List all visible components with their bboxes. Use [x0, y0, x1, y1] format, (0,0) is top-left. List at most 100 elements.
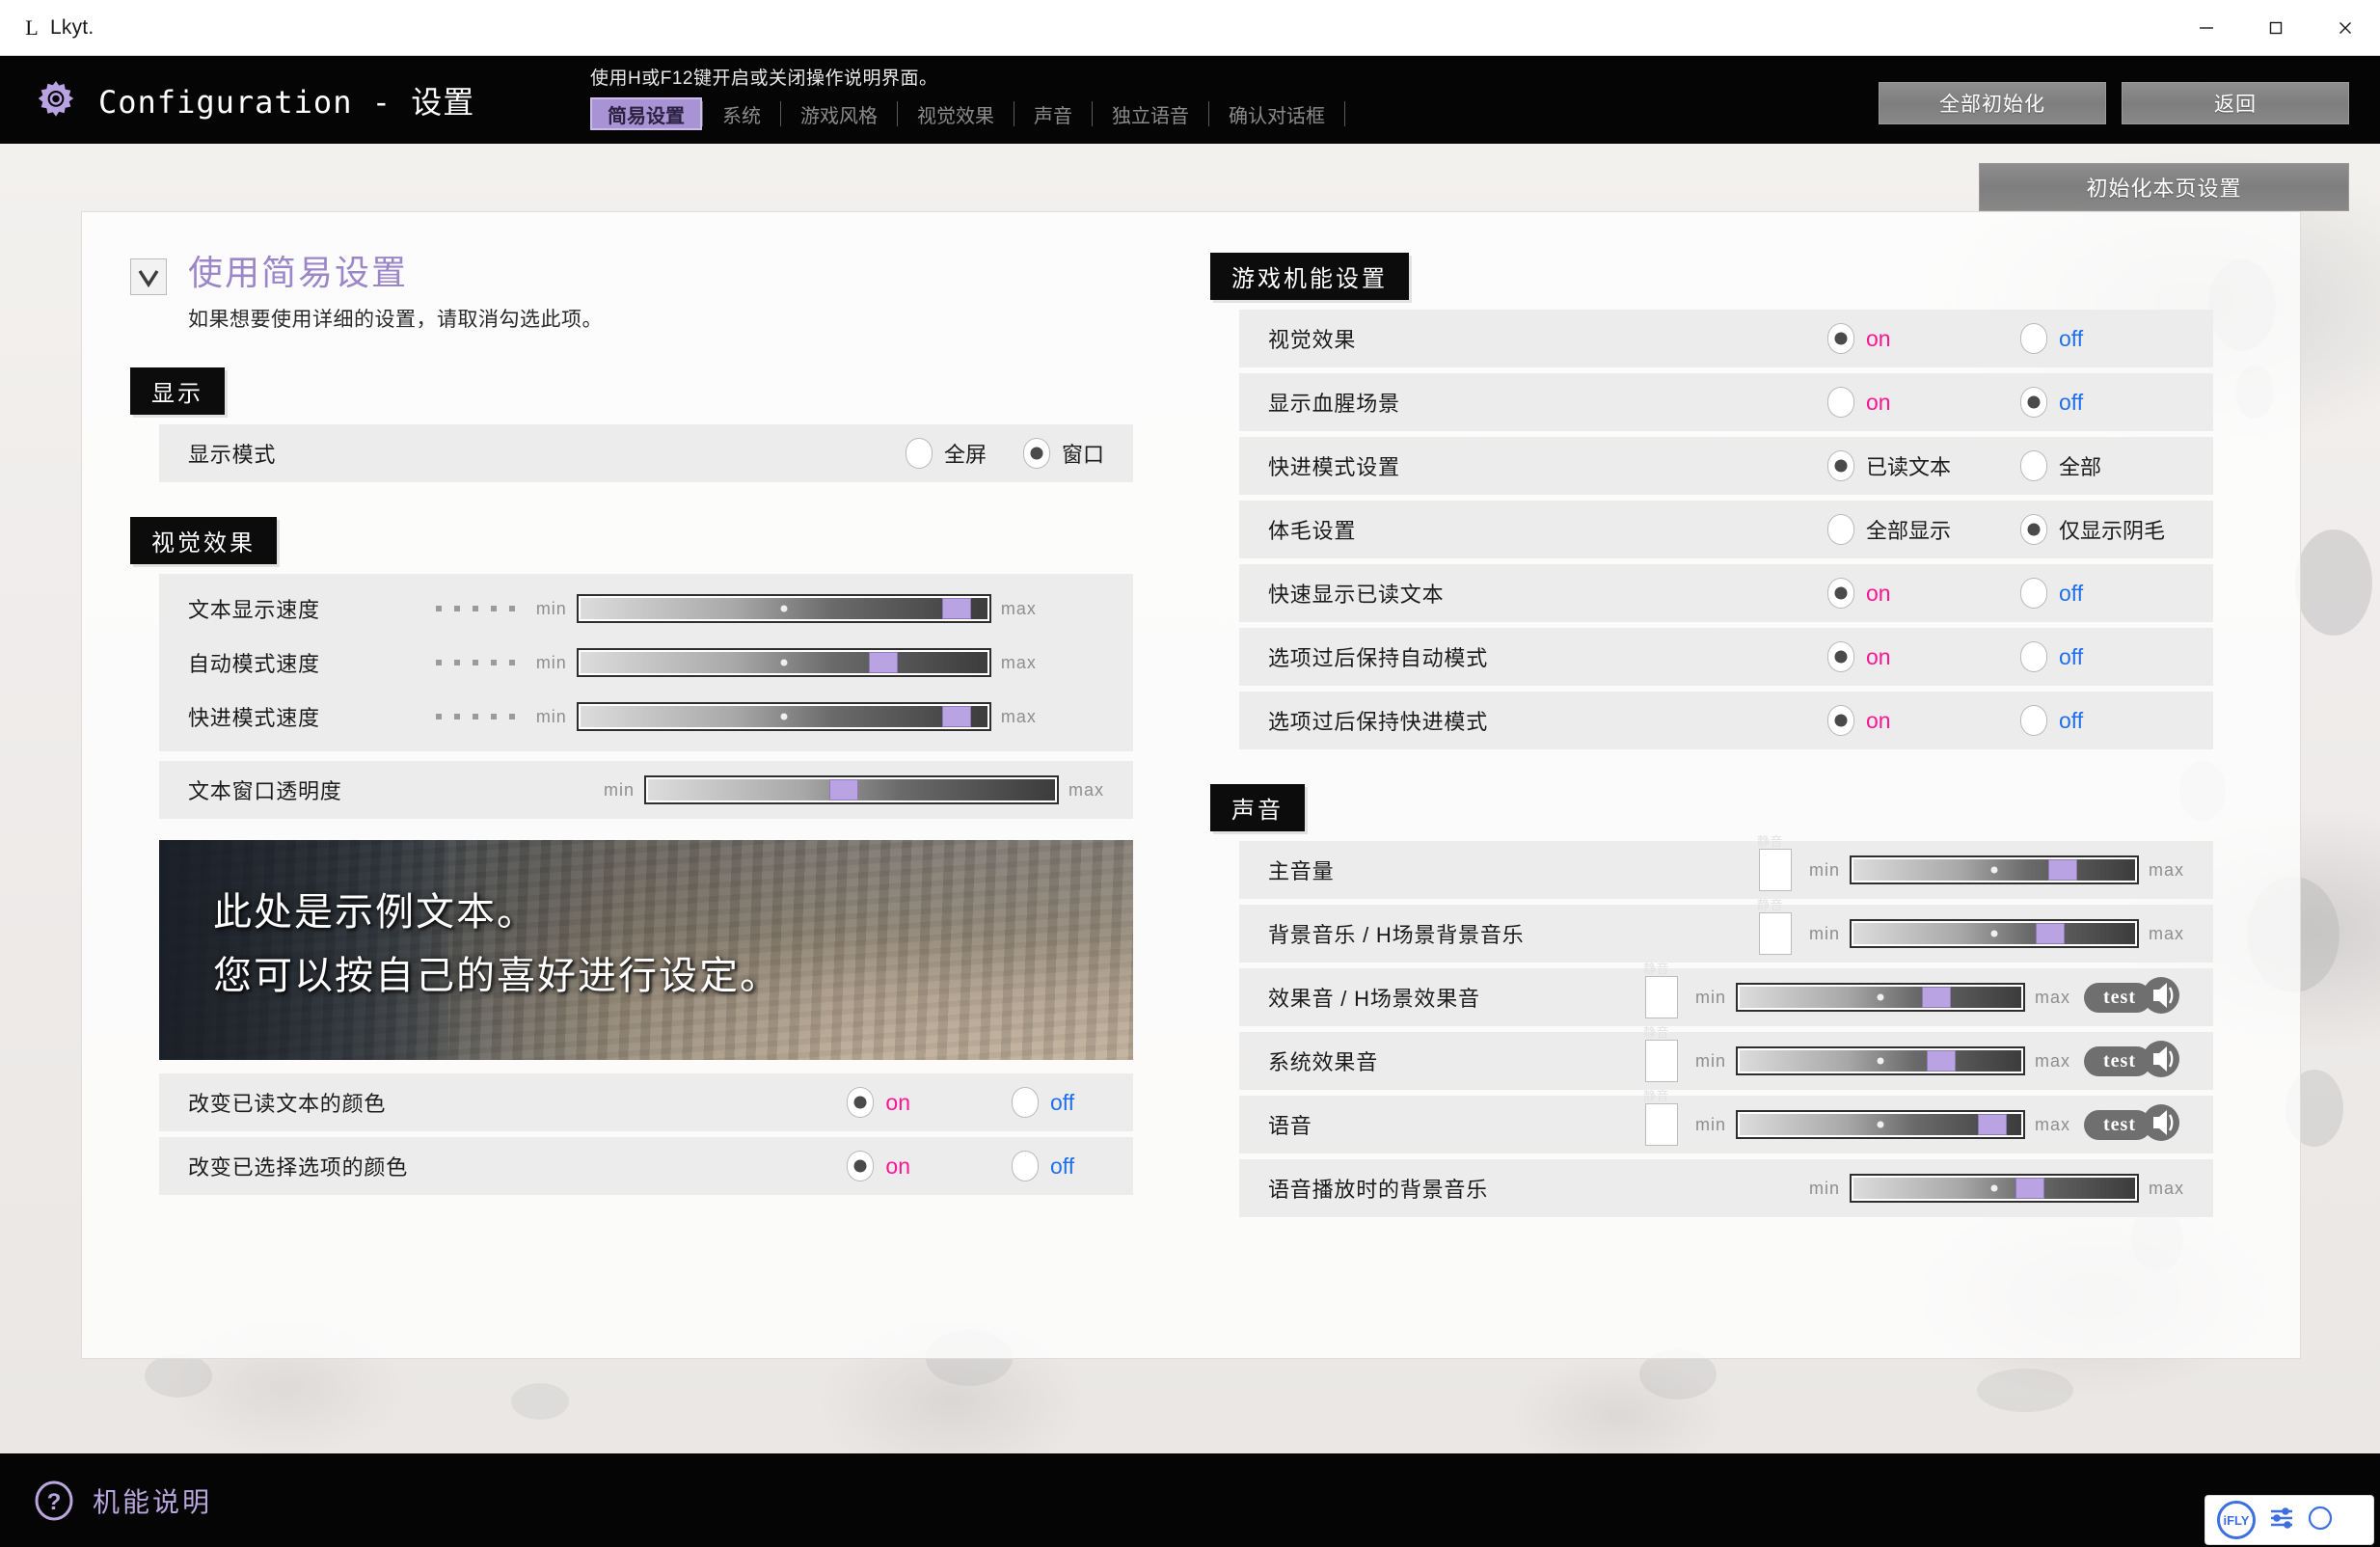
mute-checkbox[interactable]	[1758, 912, 1792, 955]
ink-splat	[2295, 529, 2372, 636]
slider-thumb[interactable]	[1922, 987, 1952, 1008]
settings-sliders-icon[interactable]	[2269, 1506, 2294, 1535]
slider-thumb[interactable]	[829, 779, 859, 801]
bgm-during-voice-slider[interactable]	[1849, 1174, 2139, 1203]
radio-option-b[interactable]: off	[2020, 641, 2184, 672]
radio-circle[interactable]	[2020, 641, 2047, 672]
row-label: 语音	[1268, 1114, 1312, 1138]
radio-circle[interactable]	[2020, 387, 2047, 418]
radio-circle[interactable]	[1012, 1151, 1039, 1182]
test-se-button[interactable]: test	[2084, 974, 2184, 1021]
reset-page-button[interactable]: 初始化本页设置	[1979, 163, 2349, 211]
tab-sound[interactable]: 声音	[1014, 97, 1092, 130]
radio-circle[interactable]	[1827, 387, 1854, 418]
tab-system[interactable]: 系统	[703, 97, 780, 130]
radio-option-a[interactable]: 全部显示	[1827, 514, 2020, 545]
radio-option-on[interactable]: on	[847, 1151, 910, 1182]
minimize-icon[interactable]	[2172, 0, 2241, 55]
tab-game-style[interactable]: 游戏风格	[781, 97, 897, 130]
radio-circle[interactable]	[2020, 514, 2047, 545]
slider-thumb[interactable]	[2036, 923, 2066, 944]
radio-circle[interactable]	[2020, 323, 2047, 354]
test-system-se-button[interactable]: test	[2084, 1038, 2184, 1085]
slider-center-marker	[1990, 1184, 1998, 1192]
radio-label: 全屏	[943, 443, 987, 468]
radio-option-a[interactable]: on	[1827, 323, 2020, 354]
slider-thumb[interactable]	[941, 598, 971, 620]
maximize-icon[interactable]	[2241, 0, 2311, 55]
tab-easy-settings[interactable]: 简易设置	[590, 97, 702, 130]
radio-circle[interactable]	[1827, 641, 1854, 672]
radio-option-off[interactable]: off	[1012, 1151, 1104, 1182]
radio-option-a[interactable]: on	[1827, 387, 2020, 418]
header-actions: 全部初始化 返回	[1879, 82, 2349, 124]
mute-checkbox[interactable]	[1758, 849, 1792, 891]
se-volume-slider[interactable]	[1736, 983, 2025, 1012]
radio-circle[interactable]	[1022, 438, 1050, 470]
close-icon[interactable]	[2311, 0, 2380, 55]
radio-circle[interactable]	[847, 1151, 875, 1182]
radio-option-b[interactable]: off	[2020, 323, 2184, 354]
bgm-volume-slider[interactable]	[1849, 919, 2139, 948]
radio-circle[interactable]	[1827, 578, 1854, 609]
tab-visual-effects[interactable]: 视觉效果	[898, 97, 1014, 130]
radio-label: 已读文本	[1866, 455, 1952, 479]
radio-circle[interactable]	[1827, 323, 1854, 354]
slider-thumb[interactable]	[2015, 1178, 2044, 1199]
radio-circle[interactable]	[847, 1087, 875, 1119]
slider-max-label: max	[1000, 706, 1037, 726]
voice-volume-slider[interactable]	[1736, 1110, 2025, 1139]
tab-standalone-voice[interactable]: 独立语音	[1093, 97, 1208, 130]
back-button[interactable]: 返回	[2122, 82, 2349, 124]
text-speed-slider[interactable]	[576, 594, 991, 624]
mute-checkbox[interactable]	[1644, 1040, 1678, 1082]
radio-circle[interactable]	[2020, 578, 2047, 609]
preview-line-2: 您可以按自己的喜好进行设定。	[213, 955, 780, 998]
radio-option-b[interactable]: off	[2020, 705, 2184, 736]
radio-circle[interactable]	[2020, 450, 2047, 481]
auto-speed-slider[interactable]	[576, 648, 991, 678]
radio-option-fullscreen[interactable]: 全屏	[905, 438, 987, 470]
ime-toolbar[interactable]: iFLY	[2204, 1495, 2374, 1545]
radio-option-b[interactable]: 全部	[2020, 450, 2184, 481]
chinese-mode-icon[interactable]	[2308, 1506, 2333, 1535]
sound-section-header: 声音	[1210, 784, 2242, 831]
radio-option-window[interactable]: 窗口	[1022, 438, 1104, 470]
test-voice-button[interactable]: test	[2084, 1101, 2184, 1149]
radio-circle[interactable]	[1827, 705, 1854, 736]
mute-checkbox[interactable]	[1644, 1103, 1678, 1146]
slider-thumb[interactable]	[1978, 1114, 2008, 1135]
radio-circle[interactable]	[1827, 514, 1854, 545]
text-window-opacity-slider[interactable]	[643, 775, 1059, 805]
ifly-logo-icon[interactable]: iFLY	[2217, 1501, 2256, 1539]
app-footer: ? 机能说明 iFLY	[0, 1453, 2380, 1547]
game-row-skip-mode: 快进模式设置 已读文本 全部	[1239, 437, 2213, 495]
radio-option-b[interactable]: off	[2020, 578, 2184, 609]
radio-option-b[interactable]: 仅显示阴毛	[2020, 514, 2184, 545]
mute-checkbox[interactable]	[1644, 976, 1678, 1018]
skip-speed-slider[interactable]	[576, 702, 991, 732]
slider-thumb[interactable]	[2047, 859, 2077, 881]
radio-circle[interactable]	[1012, 1087, 1039, 1119]
radio-option-off[interactable]: off	[1012, 1087, 1104, 1119]
radio-circle[interactable]	[905, 438, 933, 470]
radio-option-a[interactable]: 已读文本	[1827, 450, 2020, 481]
radio-option-a[interactable]: on	[1827, 578, 2020, 609]
radio-option-a[interactable]: on	[1827, 705, 2020, 736]
radio-option-b[interactable]: off	[2020, 387, 2184, 418]
slider-thumb[interactable]	[869, 652, 899, 674]
system-se-volume-slider[interactable]	[1736, 1046, 2025, 1075]
help-button[interactable]: ? 机能说明	[33, 1479, 212, 1522]
radio-option-a[interactable]: on	[1827, 641, 2020, 672]
row-label: 快进模式设置	[1268, 455, 1400, 479]
radio-option-on[interactable]: on	[847, 1087, 910, 1119]
easy-mode-checkbox[interactable]	[130, 258, 167, 295]
master-volume-slider[interactable]	[1849, 855, 2139, 884]
radio-circle[interactable]	[2020, 705, 2047, 736]
radio-circle[interactable]	[1827, 450, 1854, 481]
slider-thumb[interactable]	[1927, 1050, 1957, 1072]
reset-all-button[interactable]: 全部初始化	[1879, 82, 2106, 124]
tab-confirm-dialog[interactable]: 确认对话框	[1209, 97, 1344, 130]
row-label: 效果音 / H场景效果音	[1268, 987, 1480, 1011]
slider-thumb[interactable]	[941, 706, 971, 728]
